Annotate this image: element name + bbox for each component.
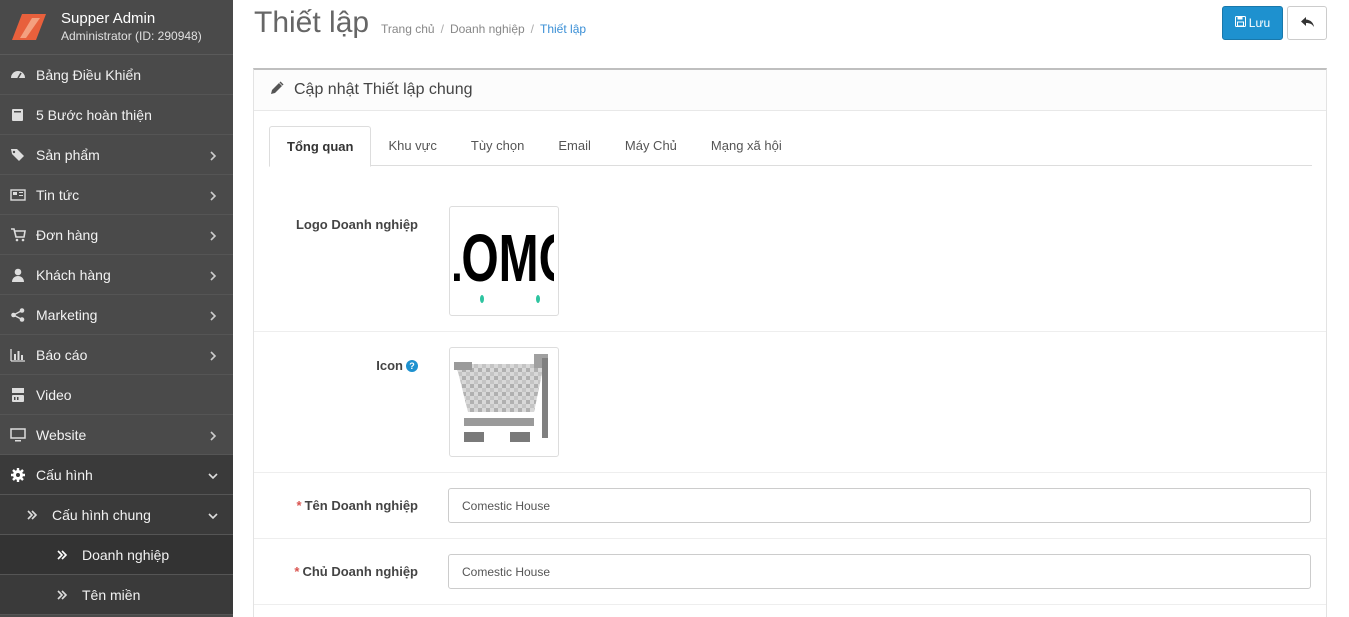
tab-1[interactable]: Khu vực bbox=[371, 126, 453, 166]
chevron-right-icon bbox=[207, 189, 219, 201]
dashboard-icon bbox=[10, 67, 30, 83]
sidebar-item-label: Cấu hình chung bbox=[52, 506, 151, 523]
share-icon bbox=[10, 307, 30, 323]
shopping-cart-icon bbox=[454, 354, 548, 442]
tags-icon bbox=[10, 147, 30, 163]
sidebar-item-ten-mien[interactable]: Tên miền bbox=[0, 575, 233, 615]
monitor-icon bbox=[10, 427, 30, 443]
chevron-right-icon bbox=[207, 149, 219, 161]
sidebar-item-bang-dieu-khien[interactable]: Bảng Điều Khiển bbox=[0, 55, 233, 95]
bar-chart-icon bbox=[10, 347, 30, 363]
breadcrumb-item-home[interactable]: Trang chủ bbox=[381, 22, 435, 36]
logo-label: Logo Doanh nghiệp bbox=[295, 217, 418, 232]
gear-icon bbox=[10, 467, 30, 483]
chevron-right-icon bbox=[207, 349, 219, 361]
sidebar-item-san-pham[interactable]: Sản phẩm bbox=[0, 135, 233, 175]
tab-0[interactable]: Tổng quan bbox=[269, 126, 372, 167]
profile-name: Supper Admin bbox=[61, 10, 156, 27]
sidebar-item-label: Báo cáo bbox=[36, 346, 88, 363]
help-icon[interactable]: ? bbox=[406, 360, 418, 372]
user-icon bbox=[10, 267, 30, 283]
page-title: Thiết lập bbox=[254, 6, 370, 39]
youtube-icon bbox=[10, 387, 30, 403]
owner-row: * Chủ Doanh nghiệp bbox=[254, 539, 1326, 605]
sidebar-item-label: Sản phẩm bbox=[36, 146, 100, 163]
reply-arrow-icon bbox=[1300, 16, 1314, 31]
double-chevron-right-icon bbox=[56, 589, 76, 601]
profile-role: Administrator (ID: 290948) bbox=[61, 29, 202, 43]
save-button-label: Lưu bbox=[1248, 16, 1271, 30]
sidebar-item-label: Khách hàng bbox=[36, 266, 111, 283]
sidebar-item-5-buoc-hoan-thien[interactable]: 5 Bước hoàn thiện bbox=[0, 95, 233, 135]
sidebar-item-cau-hinh-chung[interactable]: Cấu hình chung bbox=[0, 495, 233, 535]
owner-label: * Chủ Doanh nghiệp bbox=[294, 564, 418, 579]
logo-thumbnail[interactable]: LOMO bbox=[432, 206, 576, 316]
book-icon bbox=[10, 107, 30, 123]
company-name-input[interactable] bbox=[448, 488, 1311, 523]
sidebar-item-label: Đơn hàng bbox=[36, 226, 99, 243]
sidebar-item-don-hang[interactable]: Đơn hàng bbox=[0, 215, 233, 255]
tab-5[interactable]: Mạng xã hội bbox=[694, 126, 799, 166]
sidebar-item-tin-tuc[interactable]: Tin tức bbox=[0, 175, 233, 215]
sidebar-item-website[interactable]: Website bbox=[0, 415, 233, 455]
logo-row: Logo Doanh nghiệp LOMO bbox=[254, 182, 1326, 332]
sidebar-item-label: Marketing bbox=[36, 306, 98, 323]
sidebar-item-khach-hang[interactable]: Khách hàng bbox=[0, 255, 233, 295]
breadcrumb-item-business[interactable]: Doanh nghiệp bbox=[450, 22, 525, 36]
sidebar-item-label: Bảng Điều Khiển bbox=[36, 66, 142, 83]
panel-heading: Cập nhật Thiết lập chung bbox=[254, 70, 1326, 111]
sidebar-item-label: Website bbox=[36, 426, 87, 443]
sidebar: Supper Admin Administrator (ID: 290948) … bbox=[0, 0, 233, 617]
tab-4[interactable]: Máy Chủ bbox=[608, 126, 694, 166]
company-name-label: * Tên Doanh nghiệp bbox=[296, 498, 418, 513]
chevron-right-icon bbox=[207, 229, 219, 241]
icon-label: Icon? bbox=[376, 358, 418, 373]
back-button[interactable] bbox=[1287, 6, 1327, 40]
double-chevron-right-icon bbox=[56, 549, 76, 561]
chevron-right-icon bbox=[207, 429, 219, 441]
chevron-right-icon bbox=[207, 309, 219, 321]
sidebar-item-video[interactable]: Video bbox=[0, 375, 233, 415]
settings-panel: Cập nhật Thiết lập chung Tổng quan Khu vự… bbox=[253, 68, 1327, 617]
sidebar-item-label: Video bbox=[36, 386, 72, 403]
chevron-down-icon bbox=[207, 509, 219, 521]
company-name-row: * Tên Doanh nghiệp bbox=[254, 473, 1326, 539]
page-header: Thiết lập Trang chủ / Doanh nghiệp / Thiết l… bbox=[254, 0, 1327, 48]
save-button[interactable]: Lưu bbox=[1222, 6, 1283, 40]
tab-3[interactable]: Email bbox=[541, 126, 608, 166]
breadcrumb: Trang chủ / Doanh nghiệp / Thiết lập bbox=[381, 22, 587, 36]
chevron-right-icon bbox=[207, 269, 219, 281]
sidebar-item-bao-cao[interactable]: Báo cáo bbox=[0, 335, 233, 375]
sidebar-item-label: Tên miền bbox=[82, 586, 141, 603]
double-chevron-right-icon bbox=[26, 509, 46, 521]
icon-row: Icon? bbox=[254, 332, 1326, 473]
lomo-logo-icon: LOMO bbox=[432, 221, 576, 303]
icon-thumbnail[interactable] bbox=[449, 347, 559, 457]
sidebar-item-cau-hinh[interactable]: Cấu hình bbox=[0, 455, 233, 495]
sidebar-item-doanh-nghiep[interactable]: Doanh nghiệp bbox=[0, 535, 233, 575]
sidebar-item-label: 5 Bước hoàn thiện bbox=[36, 106, 152, 123]
sidebar-item-label: Doanh nghiệp bbox=[82, 546, 170, 563]
profile[interactable]: Supper Admin Administrator (ID: 290948) bbox=[0, 0, 233, 55]
brand-logo-icon bbox=[12, 14, 46, 40]
sidebar-item-label: Tin tức bbox=[36, 186, 80, 203]
newspaper-icon bbox=[10, 187, 30, 203]
sidebar-item-marketing[interactable]: Marketing bbox=[0, 295, 233, 335]
tab-2[interactable]: Tùy chọn bbox=[454, 126, 541, 166]
panel-title: Cập nhật Thiết lập chung bbox=[294, 81, 473, 98]
sidebar-item-label: Cấu hình bbox=[36, 466, 93, 483]
chevron-down-icon bbox=[207, 469, 219, 481]
cart-icon bbox=[10, 227, 30, 243]
owner-input[interactable] bbox=[448, 554, 1311, 589]
floppy-disk-icon bbox=[1234, 16, 1246, 30]
breadcrumb-item-settings[interactable]: Thiết lập bbox=[540, 22, 586, 36]
settings-tabs: Tổng quan Khu vực Tùy chọn Email Máy Chủ Mạng… bbox=[269, 126, 1312, 167]
logo-text: LOMO bbox=[454, 221, 554, 296]
pencil-icon bbox=[270, 80, 284, 100]
